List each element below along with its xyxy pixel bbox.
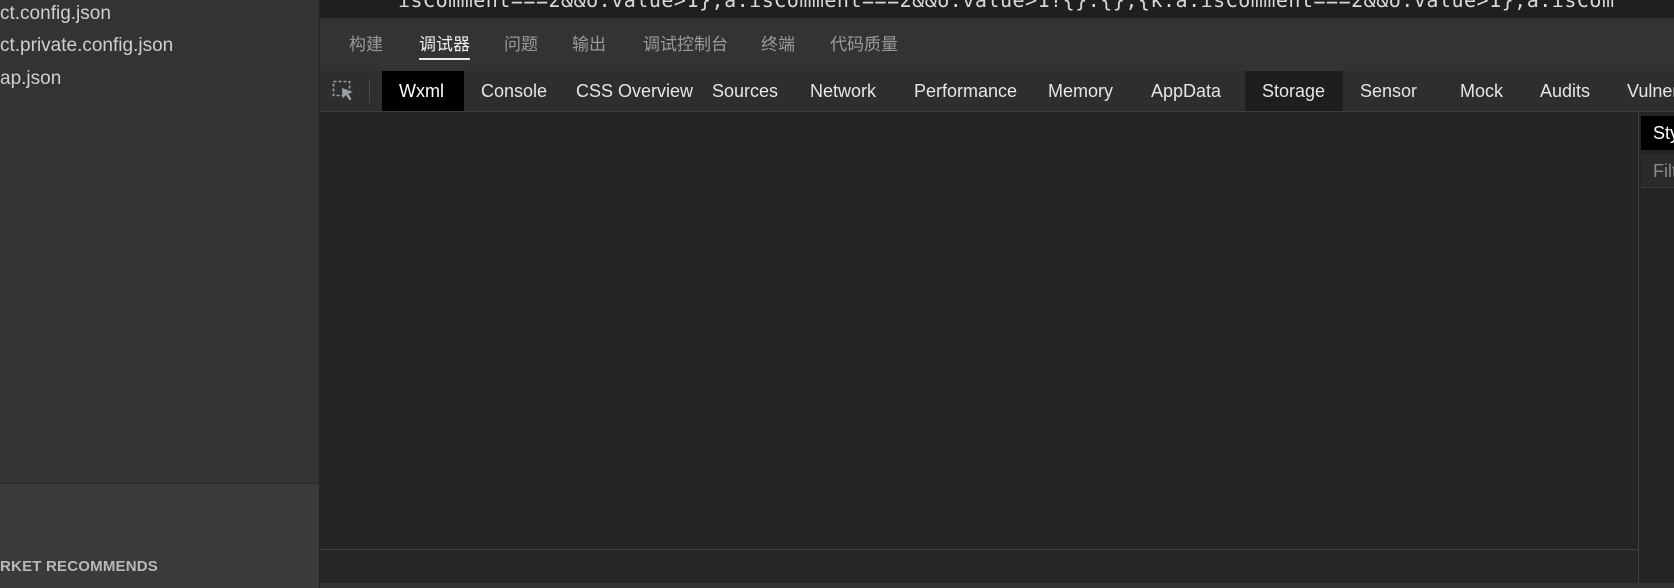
tab-storage[interactable]: Storage: [1245, 71, 1343, 111]
tab-appdata[interactable]: AppData: [1134, 71, 1245, 111]
tab-code-quality[interactable]: 代码质量: [830, 32, 898, 58]
bottom-panel: 构建 调试器 问题 输出 调试控制台 终端 代码质量 Wxml Console …: [320, 18, 1674, 588]
code-line: isComment===2&&o.value>1},a.isComment===…: [398, 0, 1615, 12]
panel-tab-bar: 构建 调试器 问题 输出 调试控制台 终端 代码质量: [320, 18, 1674, 71]
tab-network[interactable]: Network: [793, 71, 897, 111]
code-editor[interactable]: isComment===2&&o.value>1},a.isComment===…: [320, 0, 1674, 18]
file-explorer-sidebar: ct.config.json ct.private.config.json ap…: [0, 0, 320, 588]
element-picker-icon[interactable]: [332, 80, 356, 102]
tab-console[interactable]: Console: [464, 71, 559, 111]
tab-mock[interactable]: Mock: [1443, 71, 1523, 111]
tab-vulnerability[interactable]: Vulnera: [1610, 71, 1674, 111]
tab-css-overview[interactable]: CSS Overview: [559, 71, 695, 111]
market-recommends-section: RKET RECOMMENDS: [0, 483, 319, 588]
file-item-project-config[interactable]: ct.config.json: [0, 0, 111, 30]
tab-performance[interactable]: Performance: [897, 71, 1031, 111]
file-item-project-private-config[interactable]: ct.private.config.json: [0, 32, 173, 62]
styles-filter-input[interactable]: Filt: [1641, 154, 1674, 188]
market-recommends-header[interactable]: RKET RECOMMENDS: [0, 556, 158, 578]
ide-window: ct.config.json ct.private.config.json ap…: [0, 0, 1674, 588]
tab-build[interactable]: 构建: [349, 32, 383, 58]
tab-sources[interactable]: Sources: [695, 71, 793, 111]
tab-memory[interactable]: Memory: [1031, 71, 1134, 111]
devtools-toolbar: Wxml Console CSS Overview Sources Networ…: [320, 71, 1674, 112]
tab-problems[interactable]: 问题: [504, 32, 538, 58]
wxml-tree-view[interactable]: [320, 112, 1638, 550]
tab-terminal[interactable]: 终端: [761, 32, 795, 58]
file-item-sitemap[interactable]: ap.json: [0, 65, 61, 95]
tab-audits[interactable]: Audits: [1523, 71, 1610, 111]
tab-output[interactable]: 输出: [572, 32, 606, 58]
panel-footer-edge: [320, 583, 1674, 588]
tab-debug-console[interactable]: 调试控制台: [643, 32, 728, 58]
styles-side-pane: Sty Filt: [1638, 112, 1674, 588]
tab-styles[interactable]: Sty: [1641, 116, 1674, 150]
tab-debugger[interactable]: 调试器: [419, 32, 470, 60]
tab-sensor[interactable]: Sensor: [1343, 71, 1443, 111]
toolbar-divider: [369, 79, 370, 103]
tab-wxml[interactable]: Wxml: [382, 71, 464, 111]
